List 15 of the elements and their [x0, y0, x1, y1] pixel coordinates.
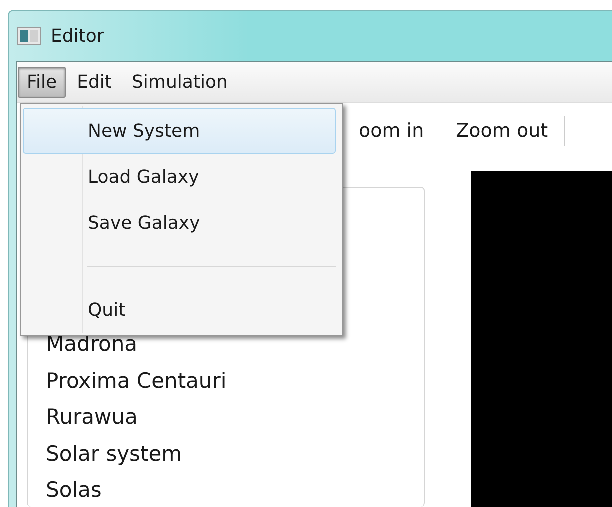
menu-item[interactable]: Simulation: [122, 66, 237, 98]
toolbar-button[interactable]: Zoom out: [440, 114, 564, 148]
menu-entry[interactable]: New System: [23, 108, 336, 154]
list-item[interactable]: Proxima Centauri: [46, 362, 424, 399]
menu-entry[interactable]: Quit: [23, 287, 336, 333]
window-title: Editor: [51, 26, 104, 46]
menu-item[interactable]: File: [18, 66, 66, 98]
list-item[interactable]: Solas: [46, 472, 424, 507]
app-icon: [17, 27, 41, 45]
list-item[interactable]: Solar system: [46, 436, 424, 472]
list-item[interactable]: Rurawua: [46, 399, 424, 436]
menu-entry[interactable]: Load Galaxy: [23, 154, 336, 200]
toolbar-button[interactable]: oom in: [343, 114, 440, 148]
menu-item[interactable]: Edit: [68, 66, 121, 98]
menu-entry[interactable]: Save Galaxy: [23, 200, 336, 246]
